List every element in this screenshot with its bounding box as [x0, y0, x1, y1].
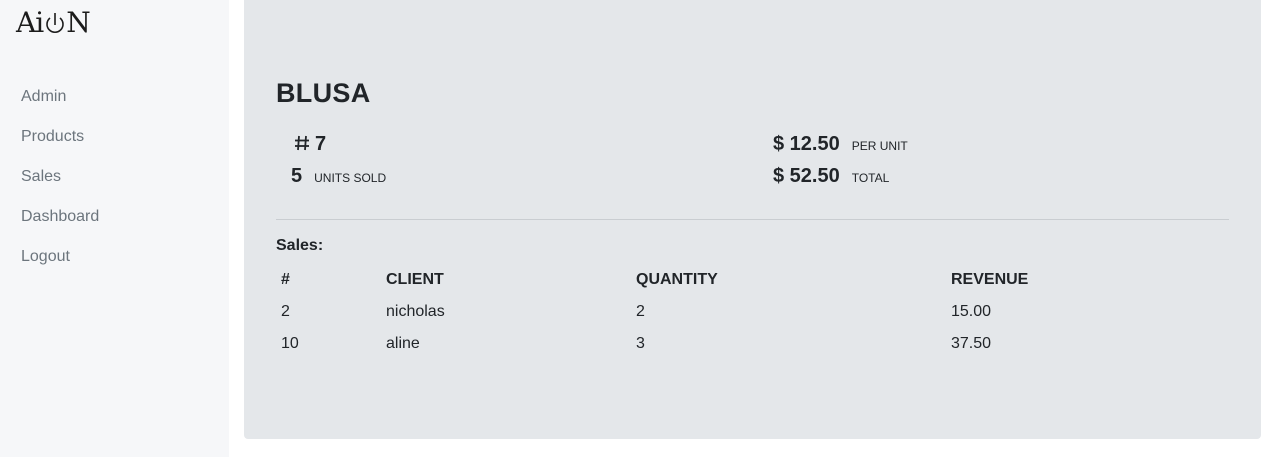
price-label: PER UNIT	[851, 139, 908, 153]
product-id: 7	[294, 133, 326, 156]
product-id-value: 7	[315, 133, 327, 155]
units-sold-label: UNITS SOLD	[314, 171, 387, 185]
cell-client: nicholas	[386, 303, 445, 320]
total-label: TOTAL	[851, 171, 890, 185]
sidebar-item-admin[interactable]: Admin	[21, 86, 99, 126]
table-row: 10 aline 3 37.50	[276, 328, 1151, 360]
product-title: BLUSA	[276, 78, 371, 108]
logo[interactable]: Ai N	[16, 6, 91, 39]
cell-client: aline	[386, 335, 420, 352]
sales-heading: Sales:	[276, 237, 324, 254]
price-value: $ 12.50	[773, 133, 840, 155]
sidebar-item-logout[interactable]: Logout	[21, 246, 99, 286]
units-sold-value: 5	[291, 165, 303, 187]
product-detail-panel: BLUSA 7 5 UNITS SOLD $ 12.50 PER UNIT $ …	[244, 0, 1261, 439]
logo-text-left: Ai	[16, 6, 44, 39]
sidebar: Ai N Admin Products Sales Dashboard Logo…	[0, 0, 229, 457]
hash-icon	[294, 135, 310, 151]
column-header-revenue: REVENUE	[951, 271, 1029, 288]
sidebar-nav: Admin Products Sales Dashboard Logout	[21, 86, 99, 286]
divider	[276, 219, 1229, 220]
logo-text-right: N	[66, 6, 90, 39]
sidebar-item-dashboard[interactable]: Dashboard	[21, 206, 99, 246]
total-value: $ 52.50	[773, 165, 840, 187]
sidebar-item-products[interactable]: Products	[21, 126, 99, 166]
cell-revenue: 15.00	[951, 303, 992, 320]
units-sold-stat: 5 UNITS SOLD	[291, 165, 386, 188]
cell-quantity: 3	[636, 335, 645, 352]
table-row: 2 nicholas 2 15.00	[276, 296, 1151, 328]
column-header-client: CLIENT	[386, 271, 444, 288]
cell-id: 2	[281, 303, 290, 320]
table-header-row: # CLIENT QUANTITY REVENUE	[276, 264, 1151, 296]
column-header-quantity: QUANTITY	[636, 271, 718, 288]
cell-quantity: 2	[636, 303, 645, 320]
cell-revenue: 37.50	[951, 335, 992, 352]
power-icon	[44, 10, 66, 36]
total-stat: $ 52.50 TOTAL	[773, 165, 889, 188]
price-stat: $ 12.50 PER UNIT	[773, 133, 908, 156]
cell-id: 10	[281, 335, 299, 352]
sidebar-item-sales[interactable]: Sales	[21, 166, 99, 206]
column-header-id: #	[281, 271, 290, 288]
sales-table: # CLIENT QUANTITY REVENUE 2 nicholas 2 1…	[276, 264, 1151, 360]
